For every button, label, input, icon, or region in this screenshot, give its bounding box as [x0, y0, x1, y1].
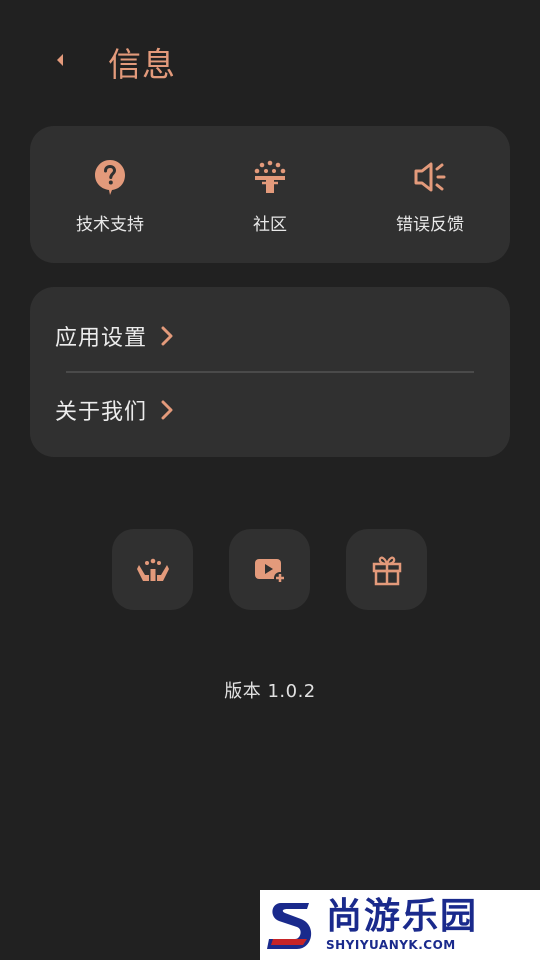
chevron-right-icon	[161, 326, 175, 346]
video-add-icon	[254, 558, 286, 584]
watermark-logo-icon	[260, 890, 322, 960]
community-label: 社区	[253, 215, 287, 235]
chevron-right-icon	[161, 400, 175, 420]
bug-feedback-button[interactable]: 错误反馈	[350, 126, 510, 263]
about-us-label: 关于我们	[55, 400, 148, 425]
community-button[interactable]: 社区	[190, 126, 350, 263]
help-bubble-icon	[91, 158, 129, 196]
page-title: 信息	[108, 45, 176, 84]
hands-support-icon	[136, 558, 169, 581]
community-icon	[251, 158, 289, 196]
version-label: 版本 1.0.2	[224, 681, 316, 702]
gift-button[interactable]	[346, 529, 427, 610]
back-button[interactable]	[44, 44, 76, 76]
video-add-button[interactable]	[229, 529, 310, 610]
watermark-banner: 尚游乐园 SHYIYUANYK.COM	[260, 890, 540, 960]
menu-divider	[66, 371, 474, 373]
app-settings-label: 应用设置	[55, 326, 148, 351]
watermark-en-text: SHYIYUANYK.COM	[326, 938, 456, 952]
back-arrow-icon	[57, 54, 63, 66]
quick-actions-card: 技术支持 社区 错误反馈	[30, 126, 510, 263]
tech-support-label: 技术支持	[76, 215, 144, 235]
header: 信息	[0, 0, 540, 120]
gift-icon	[372, 556, 401, 585]
about-us-row[interactable]: 关于我们	[55, 382, 474, 438]
bug-feedback-label: 错误反馈	[396, 215, 464, 235]
support-hands-button[interactable]	[112, 529, 193, 610]
speaker-feedback-icon	[411, 158, 449, 196]
app-settings-row[interactable]: 应用设置	[55, 308, 474, 364]
watermark-cn-text: 尚游乐园	[326, 896, 479, 937]
menu-card: 应用设置 关于我们	[30, 287, 510, 457]
tech-support-button[interactable]: 技术支持	[30, 126, 190, 263]
